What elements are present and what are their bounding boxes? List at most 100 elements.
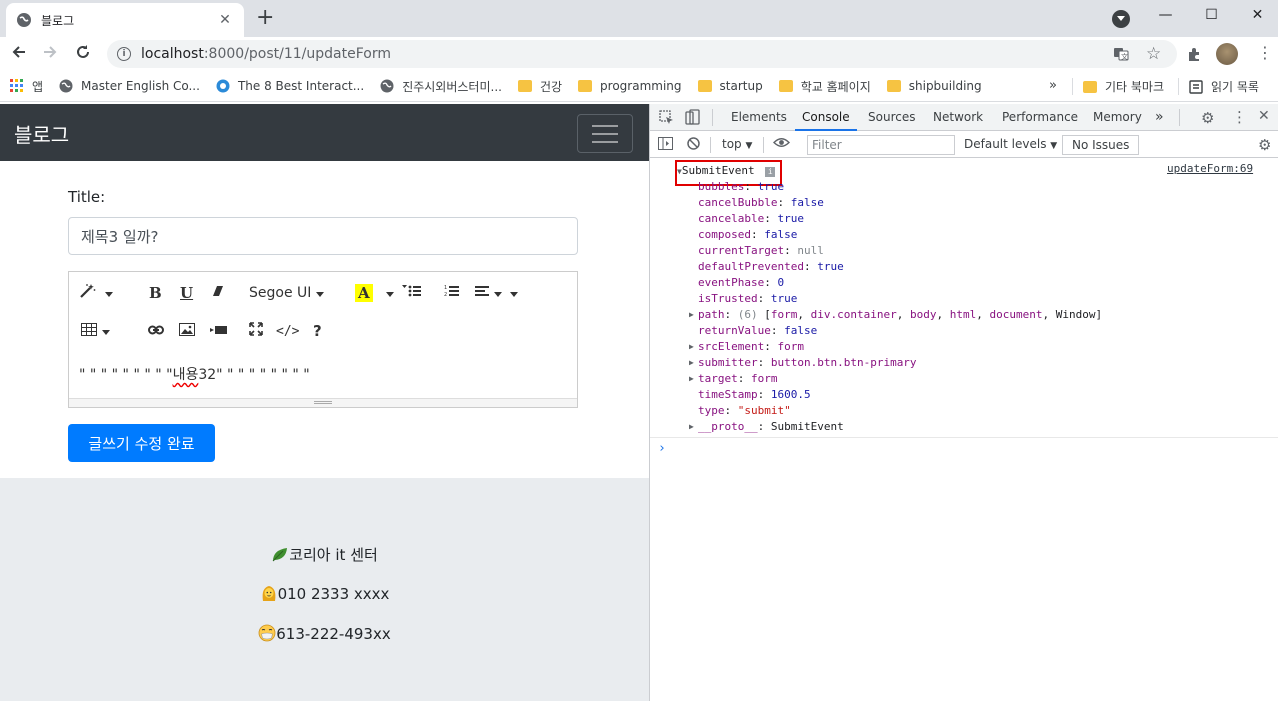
expand-triangle-icon[interactable]: ▶: [689, 339, 694, 355]
clear-format-button[interactable]: [212, 280, 224, 306]
ordered-list-button[interactable]: 12: [444, 280, 460, 306]
insert-link-button[interactable]: [148, 318, 164, 344]
devtools-menu-icon[interactable]: ⋮: [1232, 108, 1247, 126]
code-view-button[interactable]: </>: [276, 318, 299, 344]
style-dropdown[interactable]: [79, 280, 113, 306]
console-settings-icon[interactable]: ⚙: [1258, 136, 1271, 154]
prop-key: cancelBubble: [698, 196, 778, 209]
extensions-icon[interactable]: [1186, 46, 1202, 65]
translate-icon[interactable]: 文: [1113, 46, 1129, 65]
height-dropdown[interactable]: [510, 280, 518, 306]
bookmark-label: Master English Co...: [81, 79, 200, 93]
console-prompt[interactable]: ›: [650, 437, 1278, 459]
back-button[interactable]: [4, 39, 34, 69]
issues-button[interactable]: No Issues: [1062, 135, 1140, 155]
unordered-list-button[interactable]: [402, 280, 422, 306]
console-prop-cancelable: cancelable: true: [698, 212, 804, 225]
settings-gear-icon[interactable]: ⚙: [1201, 109, 1214, 127]
bookmark-folder-health[interactable]: 건강: [517, 78, 562, 95]
font-family-dropdown[interactable]: Segoe UI: [249, 280, 325, 306]
site-brand[interactable]: 블로그: [14, 119, 69, 148]
editor-resize-handle[interactable]: [69, 398, 577, 407]
tab-console[interactable]: Console: [795, 104, 857, 131]
globe-icon: [216, 79, 230, 93]
minimize-button[interactable]: —: [1143, 0, 1188, 30]
tab-search-icon[interactable]: [1112, 10, 1130, 28]
expand-triangle-icon[interactable]: ▶: [689, 355, 694, 371]
sidebar-toggle-icon[interactable]: [658, 137, 673, 154]
bookmark-8-best[interactable]: The 8 Best Interact...: [216, 79, 364, 93]
menu-kebab-icon[interactable]: ⋮: [1257, 43, 1273, 62]
text-color-dropdown[interactable]: [386, 280, 394, 306]
footer-phone: 010 2333 xxxx: [0, 584, 649, 603]
insert-video-button[interactable]: [210, 318, 228, 344]
close-devtools-icon[interactable]: ✕: [1258, 108, 1270, 124]
tab-elements[interactable]: Elements: [731, 104, 787, 131]
log-levels-dropdown[interactable]: Default levels ▼: [964, 137, 1057, 151]
maximize-button[interactable]: ☐: [1189, 0, 1234, 30]
tab-sources[interactable]: Sources: [868, 104, 915, 131]
info-icon[interactable]: i: [117, 47, 131, 61]
prop-key: composed: [698, 228, 751, 241]
console-prop-istrusted: isTrusted: true: [698, 292, 798, 305]
paragraph-align-dropdown[interactable]: [475, 280, 502, 306]
source-link[interactable]: updateForm:69: [1167, 162, 1253, 175]
bookmark-jinju-bus[interactable]: 진주시외버스터미...: [380, 78, 502, 95]
expand-triangle-icon[interactable]: ▶: [689, 307, 694, 323]
star-icon[interactable]: ☆: [1146, 44, 1161, 64]
inspect-element-icon[interactable]: [659, 110, 674, 128]
prop-key: timeStamp: [698, 388, 758, 401]
browser-tab[interactable]: 블로그 ✕: [6, 3, 244, 37]
console-prop-proto[interactable]: ▶ __proto__: SubmitEvent: [689, 419, 844, 435]
console-prop-submitter[interactable]: ▶ submitter: button.btn.btn-primary: [689, 355, 917, 371]
expand-triangle-icon[interactable]: ▶: [689, 371, 694, 387]
prop-key: cancelable: [698, 212, 765, 225]
bold-button[interactable]: B: [149, 280, 162, 306]
tab-close-icon[interactable]: ✕: [216, 12, 234, 28]
apps-grid-icon: [10, 79, 24, 93]
bookmark-folder-programming[interactable]: programming: [578, 79, 682, 93]
profile-avatar[interactable]: [1216, 43, 1238, 65]
fullscreen-button[interactable]: [249, 318, 263, 344]
reload-button[interactable]: [68, 39, 98, 69]
tab-performance[interactable]: Performance: [1002, 104, 1078, 131]
close-window-button[interactable]: ✕: [1235, 0, 1278, 30]
bookmark-apps[interactable]: 앱: [10, 78, 43, 95]
address-bar[interactable]: i localhost:8000/post/11/updateForm 文 ☆: [107, 40, 1177, 68]
underline-button[interactable]: U: [180, 280, 193, 306]
clear-console-icon[interactable]: [687, 137, 700, 154]
navbar-toggler-button[interactable]: [577, 114, 633, 153]
submit-event-object[interactable]: ▼SubmitEvent i: [677, 163, 776, 179]
title-input[interactable]: 제목3 일까?: [68, 217, 578, 255]
context-selector[interactable]: top ▼: [722, 137, 752, 151]
forward-button[interactable]: [35, 39, 65, 69]
editor-content[interactable]: " " " " " " " " "내용32" " " " " " " " ": [79, 364, 310, 384]
more-tabs-icon[interactable]: »: [1155, 104, 1164, 131]
table-dropdown[interactable]: [81, 318, 110, 344]
submit-update-button[interactable]: 글쓰기 수정 완료: [68, 424, 215, 462]
tab-memory[interactable]: Memory: [1093, 104, 1142, 131]
console-prop-target[interactable]: ▶ target: form: [689, 371, 778, 387]
bookmark-folder-startup[interactable]: startup: [697, 79, 763, 93]
bookmark-folder-other[interactable]: 기타 북마크: [1072, 78, 1164, 95]
prop-key: submitter: [698, 356, 758, 369]
device-toolbar-icon[interactable]: [685, 109, 700, 128]
text-color-button[interactable]: A: [355, 280, 373, 306]
console-filter-input[interactable]: Filter: [807, 135, 955, 155]
insert-picture-button[interactable]: [179, 318, 195, 344]
picture-icon: [179, 322, 195, 340]
bookmarks-overflow-button[interactable]: »: [1049, 78, 1057, 93]
console-prop-srcelement[interactable]: ▶ srcElement: form: [689, 339, 804, 355]
bookmark-master-english[interactable]: Master English Co...: [59, 79, 200, 93]
help-button[interactable]: ?: [313, 318, 322, 344]
reading-list-button[interactable]: 읽기 목록: [1178, 78, 1259, 95]
expand-triangle-icon[interactable]: ▶: [689, 419, 694, 435]
tab-network[interactable]: Network: [933, 104, 983, 131]
folder-icon: [697, 80, 712, 92]
folder-icon: [1083, 80, 1097, 93]
console-prop-path[interactable]: ▶ path: (6) [form, div.container, body, h…: [689, 307, 1102, 323]
eye-icon[interactable]: [773, 136, 790, 153]
new-tab-button[interactable]: +: [256, 7, 274, 29]
bookmark-folder-school[interactable]: 학교 홈페이지: [778, 78, 871, 95]
bookmark-folder-shipbuilding[interactable]: shipbuilding: [886, 79, 982, 93]
